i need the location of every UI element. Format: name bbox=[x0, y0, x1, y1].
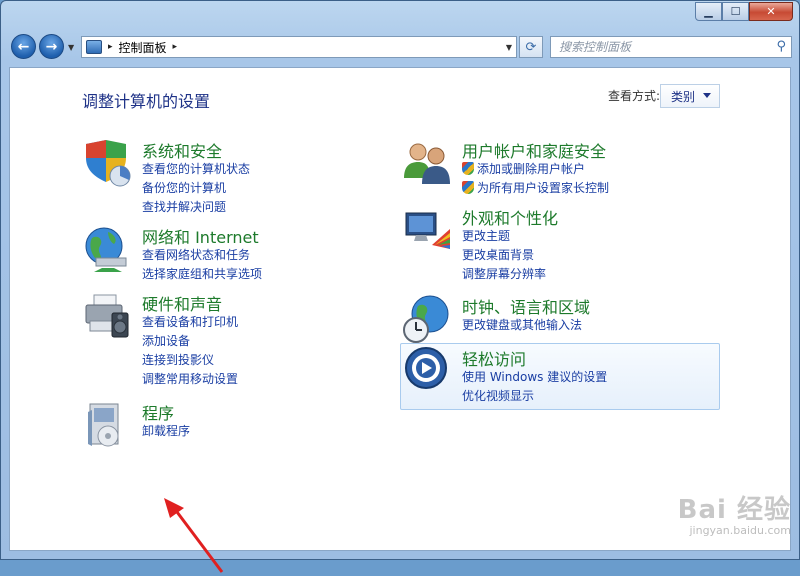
view-by-value: 类别 bbox=[671, 89, 696, 104]
link-screen-resolution[interactable]: 调整屏幕分辨率 bbox=[462, 265, 546, 284]
search-box[interactable]: ⚲ bbox=[550, 36, 792, 58]
link-add-device[interactable]: 添加设备 bbox=[142, 332, 238, 351]
hardware-sound-icon bbox=[85, 294, 129, 338]
forward-button[interactable]: → bbox=[39, 34, 64, 59]
address-dropdown-icon[interactable]: ▼ bbox=[506, 43, 512, 52]
watermark-url: jingyan.baidu.com bbox=[689, 524, 791, 537]
maximize-button[interactable]: ☐ bbox=[722, 2, 749, 21]
link-connect-projector[interactable]: 连接到投影仪 bbox=[142, 351, 238, 370]
link-network-status[interactable]: 查看网络状态和任务 bbox=[142, 246, 262, 265]
category-title[interactable]: 用户帐户和家庭安全 bbox=[462, 138, 606, 162]
search-icon[interactable]: ⚲ bbox=[776, 39, 786, 54]
breadcrumb-separator[interactable]: ▸ bbox=[108, 42, 113, 52]
link-mobility-settings[interactable]: 调整常用移动设置 bbox=[142, 370, 238, 389]
link-change-theme[interactable]: 更改主题 bbox=[462, 227, 546, 246]
annotation-arrow-icon bbox=[164, 498, 224, 573]
recent-pages-dropdown[interactable]: ▼ bbox=[68, 43, 74, 52]
network-icon bbox=[85, 227, 127, 272]
back-button[interactable]: ← bbox=[11, 34, 36, 59]
link-add-remove-accounts[interactable]: 添加或删除用户帐户 bbox=[462, 160, 609, 179]
search-input[interactable] bbox=[559, 40, 769, 54]
breadcrumb-separator[interactable]: ▸ bbox=[173, 42, 178, 52]
page-title: 调整计算机的设置 bbox=[82, 92, 211, 111]
category-title[interactable]: 时钟、语言和区域 bbox=[462, 294, 590, 318]
category-title[interactable]: 网络和 Internet bbox=[142, 224, 259, 248]
watermark-brand: Bai 经验 bbox=[677, 495, 791, 525]
refresh-button[interactable]: ⟳ bbox=[519, 36, 543, 58]
link-backup-computer[interactable]: 备份您的计算机 bbox=[142, 179, 250, 198]
category-title[interactable]: 硬件和声音 bbox=[142, 291, 222, 315]
view-by-label: 查看方式: bbox=[608, 89, 661, 103]
link-keyboard-input[interactable]: 更改键盘或其他输入法 bbox=[462, 316, 582, 335]
system-security-icon bbox=[86, 140, 131, 187]
link-view-computer-status[interactable]: 查看您的计算机状态 bbox=[142, 160, 250, 179]
control-panel-icon bbox=[86, 40, 102, 54]
caption-buttons: ▁ ☐ ✕ bbox=[695, 2, 793, 21]
navigation-bar: ← → ▼ ▸ 控制面板 ▸ ▼ ⟳ ⚲ bbox=[1, 31, 799, 63]
ease-of-access-icon bbox=[405, 347, 447, 389]
uac-shield-icon bbox=[462, 181, 474, 194]
category-title[interactable]: 系统和安全 bbox=[142, 138, 222, 162]
breadcrumb-control-panel[interactable]: 控制面板 bbox=[119, 39, 167, 56]
clock-region-icon bbox=[403, 295, 449, 343]
link-homegroup-sharing[interactable]: 选择家庭组和共享选项 bbox=[142, 265, 262, 284]
category-title[interactable]: 程序 bbox=[142, 400, 174, 424]
link-find-fix-problems[interactable]: 查找并解决问题 bbox=[142, 198, 250, 217]
content-area: 调整计算机的设置 查看方式: 类别 系统和安全 查看您的计算机状态 备份您的计算… bbox=[9, 67, 791, 573]
link-change-wallpaper[interactable]: 更改桌面背景 bbox=[462, 246, 546, 265]
appearance-icon bbox=[405, 212, 450, 249]
close-button[interactable]: ✕ bbox=[749, 2, 793, 21]
link-recommended-settings[interactable]: 使用 Windows 建议的设置 bbox=[462, 368, 607, 387]
link-optimize-display[interactable]: 优化视频显示 bbox=[462, 387, 607, 406]
link-uninstall-program[interactable]: 卸载程序 bbox=[142, 422, 190, 441]
baidu-watermark: Bai 经验 jingyan.baidu.com bbox=[678, 489, 791, 537]
user-accounts-icon bbox=[404, 143, 450, 184]
link-parental-controls[interactable]: 为所有用户设置家长控制 bbox=[462, 179, 609, 198]
link-devices-printers[interactable]: 查看设备和打印机 bbox=[142, 313, 238, 332]
address-bar[interactable]: ▸ 控制面板 ▸ ▼ bbox=[81, 36, 517, 58]
category-title[interactable]: 外观和个性化 bbox=[462, 205, 558, 229]
view-by-select[interactable]: 类别 bbox=[660, 84, 720, 108]
category-title[interactable]: 轻松访问 bbox=[462, 346, 526, 370]
control-panel-window: ▁ ☐ ✕ ← → ▼ ▸ 控制面板 ▸ ▼ ⟳ ⚲ 调整计算机的设置 查看方式… bbox=[0, 0, 800, 573]
minimize-button[interactable]: ▁ bbox=[695, 2, 722, 21]
chevron-down-icon bbox=[703, 93, 711, 98]
uac-shield-icon bbox=[462, 162, 474, 175]
programs-icon bbox=[88, 403, 119, 447]
